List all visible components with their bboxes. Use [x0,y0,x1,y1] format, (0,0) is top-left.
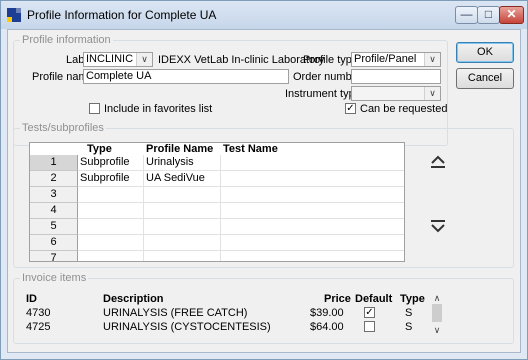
invoice-header-default: Default [355,293,393,305]
scrollbar-thumb[interactable] [432,304,442,322]
chevron-up-icon[interactable]: ∧ [430,292,444,304]
close-button[interactable]: ✕ [499,6,524,24]
app-icon [7,8,21,22]
invoice-description[interactable]: URINALYSIS (CYSTOCENTESIS) [103,321,271,333]
row-header[interactable]: 6 [30,235,78,251]
invoice-price[interactable]: $39.00 [310,307,344,319]
lab-select-value: INCLINIC [86,53,134,65]
cell-profile-name[interactable] [144,235,221,251]
title-bar: Profile Information for Complete UA — □ … [1,1,527,29]
maximize-button[interactable]: □ [477,6,500,24]
invoice-default-checkbox[interactable]: ✓ [364,307,375,318]
row-header[interactable]: 1 [30,155,78,171]
invoice-header-description: Description [103,293,164,305]
window-title: Profile Information for Complete UA [27,8,217,22]
cell-type[interactable] [78,251,144,261]
dialog-client: Profile information Lab: INCLINIC ∨ IDEX… [7,29,521,353]
invoice-scrollbar[interactable]: ∧ ∨ [430,292,444,336]
row-header[interactable]: 2 [30,171,78,187]
chevron-down-icon[interactable]: ∨ [430,324,444,336]
invoice-header-type: Type [400,293,425,305]
order-number-field[interactable] [351,69,441,84]
minimize-button[interactable]: — [455,6,478,24]
dialog-window: Profile Information for Complete UA — □ … [0,0,528,360]
chevron-down-icon: ∨ [424,87,440,100]
cell-type[interactable] [78,219,144,235]
invoice-header-price: Price [324,293,351,305]
invoice-price[interactable]: $64.00 [310,321,344,333]
chevron-down-icon: ∨ [136,53,152,66]
profile-type-select[interactable]: Profile/Panel ∨ [351,52,441,67]
profile-type-value: Profile/Panel [354,53,417,65]
cell-test-name[interactable] [221,187,404,203]
move-up-icon[interactable] [430,154,446,168]
lab-select[interactable]: INCLINIC ∨ [83,52,153,67]
row-header[interactable]: 5 [30,219,78,235]
row-header[interactable]: 4 [30,203,78,219]
cell-profile-name[interactable] [144,219,221,235]
can-be-requested-checkbox[interactable]: ✓ [345,103,356,114]
cell-profile-name[interactable]: UA SediVue [144,171,221,187]
row-header[interactable]: 7 [30,251,78,261]
move-down-icon-glyph [431,220,445,233]
profile-name-field[interactable]: Complete UA [83,69,289,84]
cell-profile-name[interactable] [144,203,221,219]
cell-type[interactable] [78,187,144,203]
cell-type[interactable]: Subprofile [78,155,144,171]
instrument-type-select[interactable]: ∨ [351,86,441,101]
cell-profile-name[interactable]: Urinalysis [144,155,221,171]
cell-type[interactable] [78,235,144,251]
move-down-icon[interactable] [430,220,446,234]
invoice-id[interactable]: 4730 [26,307,50,319]
tests-legend: Tests/subprofiles [20,122,106,134]
cell-test-name[interactable] [221,235,404,251]
chevron-down-icon: ∨ [424,53,440,66]
cell-profile-name[interactable] [144,251,221,261]
cell-test-name[interactable] [221,219,404,235]
cell-test-name[interactable] [221,155,404,171]
cancel-button[interactable]: Cancel [456,68,514,89]
profile-info-legend: Profile information [20,34,113,46]
invoice-header-id: ID [26,293,37,305]
invoice-legend: Invoice items [20,272,89,284]
invoice-type[interactable]: S [405,307,412,319]
lab-description: IDEXX VetLab In-clinic Laboratory [158,54,325,66]
row-header[interactable]: 3 [30,187,78,203]
favorites-checkbox[interactable] [89,103,100,114]
invoice-id[interactable]: 4725 [26,321,50,333]
can-be-requested-label: Can be requested [360,103,448,115]
cell-test-name[interactable] [221,203,404,219]
cell-test-name[interactable] [221,171,404,187]
cell-type[interactable]: Subprofile [78,171,144,187]
ok-button[interactable]: OK [456,42,514,63]
tests-header-type: Type [87,143,112,155]
cell-type[interactable] [78,203,144,219]
cell-test-name[interactable] [221,251,404,261]
invoice-type[interactable]: S [405,321,412,333]
tests-header-profile-name: Profile Name [146,143,214,155]
favorites-label: Include in favorites list [104,103,213,115]
profile-name-value: Complete UA [86,70,152,82]
cell-profile-name[interactable] [144,187,221,203]
move-up-icon-glyph [431,155,445,168]
tests-grid: Type Profile Name Test Name 1 Subprofile… [29,142,405,262]
tests-header-test-name: Test Name [223,143,278,155]
invoice-default-checkbox[interactable] [364,321,375,332]
invoice-description[interactable]: URINALYSIS (FREE CATCH) [103,307,247,319]
